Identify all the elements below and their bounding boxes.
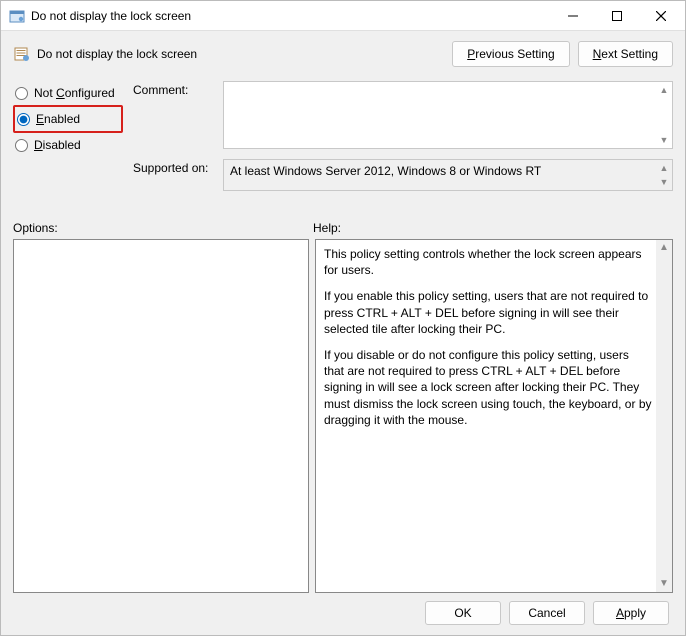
policy-icon [9,8,25,24]
supported-scrollbar[interactable]: ▲ ▼ [657,161,671,189]
window-buttons [551,2,683,30]
scroll-down-icon[interactable]: ▼ [656,576,672,592]
field-labels: Comment: Supported on: [133,81,223,185]
pane-labels: Options: Help: [13,221,673,235]
help-pane: This policy setting controls whether the… [315,239,673,593]
comment-textarea[interactable]: ▲ ▼ [223,81,673,149]
help-scrollbar[interactable]: ▲ ▼ [656,240,672,592]
supported-on-text: At least Windows Server 2012, Windows 8 … [223,159,673,191]
setting-icon [13,45,31,63]
titlebar: Do not display the lock screen [1,1,685,31]
panes-row: This policy setting controls whether the… [13,239,673,593]
scroll-up-icon[interactable]: ▲ [657,83,671,97]
radio-disabled[interactable]: Disabled [13,133,133,157]
maximize-button[interactable] [595,2,639,30]
help-paragraph: This policy setting controls whether the… [324,246,652,278]
scroll-down-icon[interactable]: ▼ [657,175,671,189]
comment-scrollbar[interactable]: ▲ ▼ [657,83,671,147]
content-area: Do not display the lock screen Previous … [1,31,685,635]
next-setting-button[interactable]: Next Setting [578,41,673,67]
options-label: Options: [13,221,313,235]
setting-title: Do not display the lock screen [37,47,444,61]
state-and-fields: Not Configured Enabled Disabled Comment:… [13,81,673,191]
help-paragraph: If you enable this policy setting, users… [324,288,652,337]
options-pane [13,239,309,593]
comment-label: Comment: [133,83,223,107]
close-button[interactable] [639,2,683,30]
fields-column: ▲ ▼ At least Windows Server 2012, Window… [223,81,673,191]
radio-enabled[interactable]: Enabled [15,107,117,131]
header-row: Do not display the lock screen Previous … [13,41,673,67]
scroll-up-icon[interactable]: ▲ [656,240,672,256]
enabled-highlight: Enabled [13,105,123,133]
state-radios: Not Configured Enabled Disabled [13,81,133,157]
previous-setting-button[interactable]: Previous Setting [452,41,569,67]
supported-on-label: Supported on: [133,161,223,185]
scroll-up-icon[interactable]: ▲ [657,161,671,175]
apply-button[interactable]: Apply [593,601,669,625]
help-paragraph: If you disable or do not configure this … [324,347,652,428]
minimize-button[interactable] [551,2,595,30]
cancel-button[interactable]: Cancel [509,601,585,625]
footer-buttons: OK Cancel Apply [13,593,673,629]
scroll-down-icon[interactable]: ▼ [657,133,671,147]
window-title: Do not display the lock screen [31,9,551,23]
radio-not-configured[interactable]: Not Configured [13,81,133,105]
ok-button[interactable]: OK [425,601,501,625]
help-label: Help: [313,221,341,235]
